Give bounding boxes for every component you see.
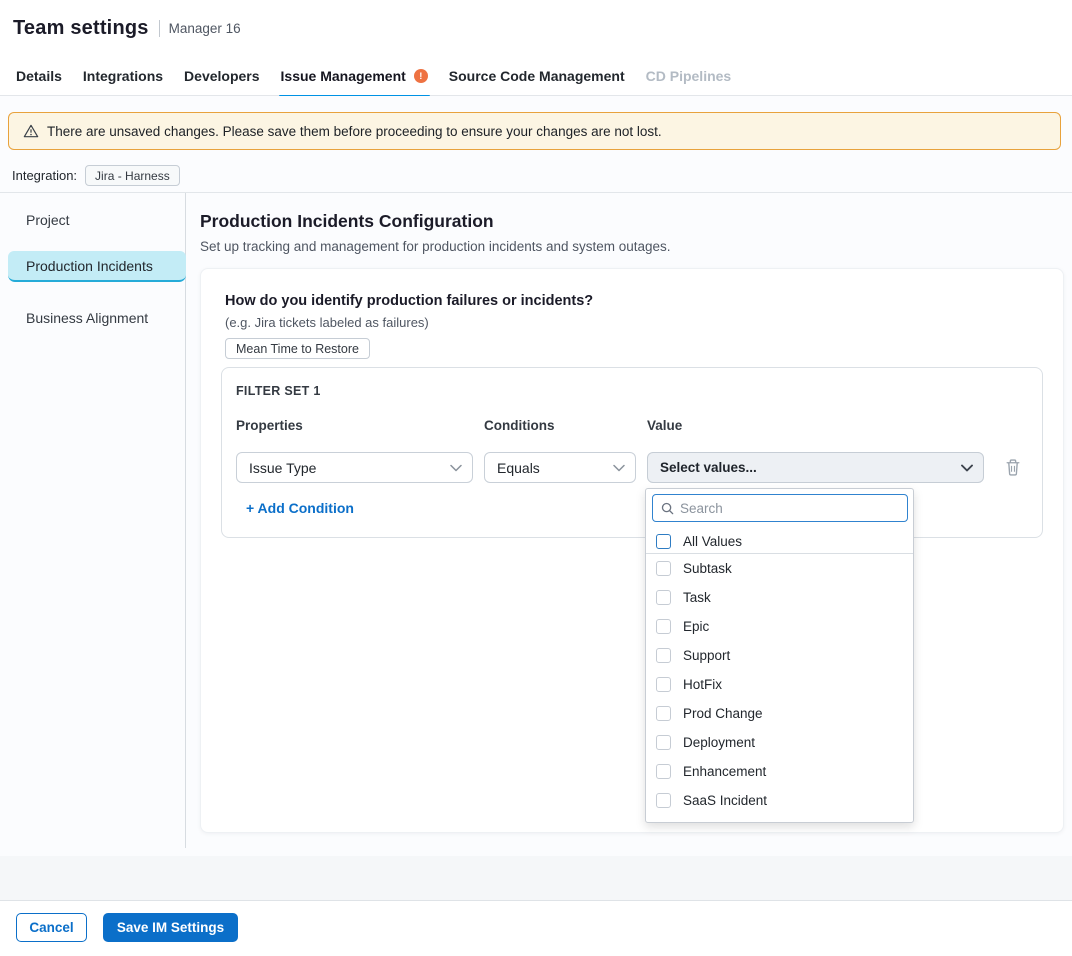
property-select-value: Issue Type (249, 460, 316, 476)
option-hotfix[interactable]: HotFix (646, 670, 913, 699)
warning-triangle-icon (23, 123, 39, 139)
search-icon (661, 502, 674, 515)
page-header: Team settings Manager 16 (0, 0, 1072, 57)
sidebar-item-production-incidents[interactable]: Production Incidents (8, 251, 186, 282)
option-customer-notification[interactable]: Customer Notification (646, 815, 913, 823)
property-select[interactable]: Issue Type (236, 452, 473, 483)
option-label: Support (683, 648, 730, 663)
tab-label: Issue Management (281, 68, 406, 84)
sidebar-divider (185, 193, 186, 848)
search-input[interactable] (680, 501, 907, 516)
all-values-checkbox[interactable] (656, 534, 671, 549)
column-label-properties: Properties (236, 418, 303, 433)
option-subtask[interactable]: Subtask (646, 554, 913, 583)
value-multiselect-dropdown: All Values Subtask Task Epic Support Hot… (645, 488, 914, 823)
checkbox[interactable] (656, 822, 671, 823)
value-multiselect-placeholder: Select values... (660, 460, 757, 475)
option-label: Prod Change (683, 706, 763, 721)
option-epic[interactable]: Epic (646, 612, 913, 641)
chevron-down-icon (450, 464, 462, 472)
tab-label: Source Code Management (449, 68, 625, 84)
integration-row: Integration: Jira - Harness (12, 165, 180, 186)
checkbox[interactable] (656, 590, 671, 605)
option-label: SaaS Incident (683, 793, 767, 808)
option-label: Task (683, 590, 711, 605)
banner-text: There are unsaved changes. Please save t… (47, 124, 662, 139)
checkbox[interactable] (656, 764, 671, 779)
tab-label: Details (16, 68, 62, 84)
option-label: Epic (683, 619, 709, 634)
incidents-config-card: How do you identify production failures … (200, 268, 1064, 833)
tab-source-code-management[interactable]: Source Code Management (449, 57, 625, 96)
title-separator (159, 20, 160, 37)
option-saas-incident[interactable]: SaaS Incident (646, 786, 913, 815)
column-label-conditions: Conditions (484, 418, 555, 433)
option-label: HotFix (683, 677, 722, 692)
filter-set-title: FILTER SET 1 (236, 384, 321, 398)
tab-developers[interactable]: Developers (184, 57, 259, 96)
condition-select-value: Equals (497, 460, 540, 476)
page-footer: Cancel Save IM Settings (0, 901, 1072, 956)
integration-chip[interactable]: Jira - Harness (85, 165, 180, 186)
checkbox[interactable] (656, 619, 671, 634)
horizontal-divider (0, 192, 1072, 193)
unsaved-changes-badge-icon: ! (414, 69, 428, 83)
section-title: Production Incidents Configuration (200, 211, 494, 232)
tab-details[interactable]: Details (16, 57, 62, 96)
all-values-label: All Values (683, 534, 742, 549)
option-label: Subtask (683, 561, 732, 576)
checkbox[interactable] (656, 706, 671, 721)
checkbox[interactable] (656, 677, 671, 692)
section-subtitle: Set up tracking and management for produ… (200, 239, 671, 254)
value-multiselect-trigger[interactable]: Select values... (647, 452, 984, 483)
dropdown-option-list: Subtask Task Epic Support HotFix Prod Ch… (646, 554, 913, 823)
question-heading: How do you identify production failures … (225, 293, 593, 309)
chevron-down-icon (961, 464, 973, 472)
option-task[interactable]: Task (646, 583, 913, 612)
bottom-strip (0, 856, 1072, 901)
option-enhancement[interactable]: Enhancement (646, 757, 913, 786)
tab-cd-pipelines: CD Pipelines (646, 57, 732, 96)
tab-label: CD Pipelines (646, 68, 732, 84)
select-all-option[interactable]: All Values (646, 529, 913, 553)
save-im-settings-button[interactable]: Save IM Settings (103, 913, 238, 942)
metric-chip-mean-time-to-restore[interactable]: Mean Time to Restore (225, 338, 370, 359)
checkbox[interactable] (656, 735, 671, 750)
sidebar-item-project[interactable]: Project (8, 204, 186, 235)
unsaved-changes-banner: There are unsaved changes. Please save t… (8, 112, 1061, 150)
tab-integrations[interactable]: Integrations (83, 57, 163, 96)
delete-filter-icon[interactable] (1004, 458, 1022, 477)
filter-set-1: FILTER SET 1 Properties Conditions Value… (221, 367, 1043, 538)
sidebar-item-business-alignment[interactable]: Business Alignment (8, 302, 186, 333)
page-title: Team settings (13, 17, 149, 40)
column-label-value: Value (647, 418, 682, 433)
condition-select[interactable]: Equals (484, 452, 636, 483)
option-support[interactable]: Support (646, 641, 913, 670)
option-label: Customer Notification (683, 822, 812, 823)
checkbox[interactable] (656, 793, 671, 808)
dropdown-search (652, 494, 908, 522)
checkbox[interactable] (656, 648, 671, 663)
chevron-down-icon (613, 464, 625, 472)
option-label: Deployment (683, 735, 755, 750)
settings-tabbar: Details Integrations Developers Issue Ma… (0, 57, 1072, 96)
option-label: Enhancement (683, 764, 766, 779)
question-hint: (e.g. Jira tickets labeled as failures) (225, 315, 429, 330)
tab-label: Developers (184, 68, 259, 84)
checkbox[interactable] (656, 561, 671, 576)
add-condition-button[interactable]: + Add Condition (246, 500, 354, 516)
cancel-button[interactable]: Cancel (16, 913, 87, 942)
team-settings-page: Team settings Manager 16 Details Integra… (0, 0, 1072, 956)
tab-issue-management[interactable]: Issue Management ! (281, 57, 428, 96)
option-deployment[interactable]: Deployment (646, 728, 913, 757)
tab-label: Integrations (83, 68, 163, 84)
integration-label: Integration: (12, 168, 77, 183)
option-prod-change[interactable]: Prod Change (646, 699, 913, 728)
team-name: Manager 16 (169, 21, 241, 36)
